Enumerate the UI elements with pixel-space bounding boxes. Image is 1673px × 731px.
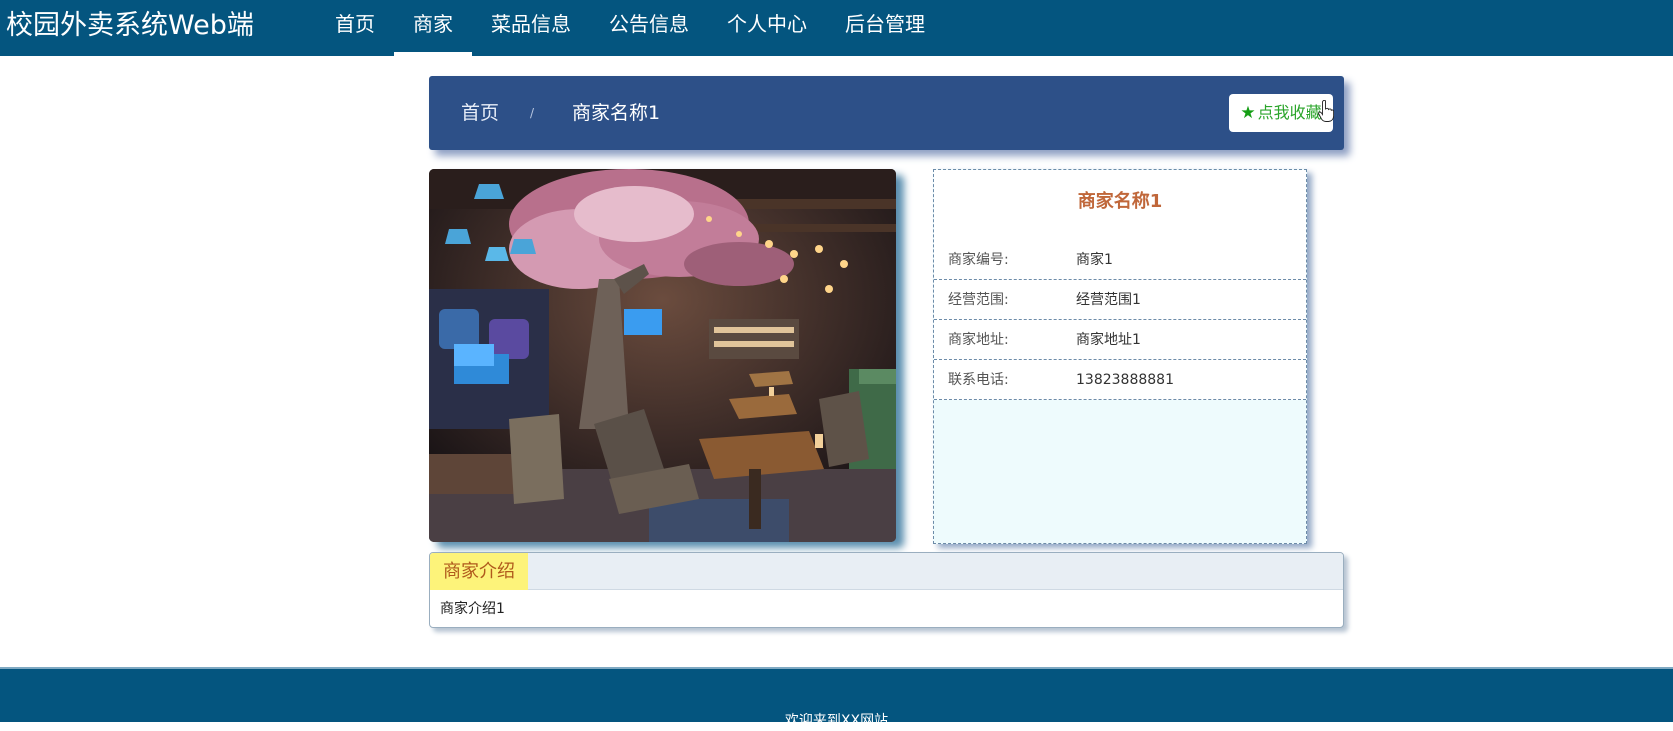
- nav-home[interactable]: 首页: [316, 0, 394, 56]
- info-value: 商家1: [1076, 252, 1113, 268]
- breadcrumb-home-link[interactable]: 首页: [461, 76, 499, 150]
- nav-admin[interactable]: 后台管理: [826, 0, 944, 56]
- top-navbar: 校园外卖系统Web端 首页 商家 菜品信息 公告信息 个人中心 后台管理: [0, 0, 1673, 56]
- shop-intro-box: 商家介绍 商家介绍1: [429, 552, 1344, 628]
- info-value: 13823888881: [1076, 372, 1174, 388]
- nav-announcements[interactable]: 公告信息: [590, 0, 708, 56]
- info-label: 联系电话:: [948, 372, 1009, 388]
- shop-image: [429, 169, 896, 542]
- star-icon: ★: [1240, 103, 1256, 123]
- info-row-shop-id: 商家编号: 商家1: [934, 240, 1306, 280]
- info-label: 商家编号:: [948, 252, 1009, 268]
- intro-tab-bar: 商家介绍: [430, 553, 1343, 590]
- nav-personal-center[interactable]: 个人中心: [708, 0, 826, 56]
- shop-name: 商家名称1: [1077, 191, 1163, 212]
- info-label: 商家地址:: [948, 332, 1009, 348]
- footer-text: 欢迎来到XX网站: [784, 713, 889, 729]
- breadcrumb-current: 商家名称1: [572, 102, 661, 124]
- footer: 欢迎来到XX网站: [0, 667, 1673, 729]
- breadcrumb: 首页 / 商家名称1 ★ 点我收藏: [429, 76, 1344, 150]
- nav-dishes[interactable]: 菜品信息: [472, 0, 590, 56]
- shop-info-header: 商家名称1: [934, 170, 1306, 240]
- shop-intro-content: 商家介绍1: [440, 601, 505, 617]
- info-label: 经营范围:: [948, 292, 1009, 308]
- info-value: 经营范围1: [1076, 292, 1141, 308]
- nav-merchants[interactable]: 商家: [394, 0, 472, 56]
- tab-shop-intro[interactable]: 商家介绍: [430, 553, 528, 590]
- info-value: 商家地址1: [1076, 332, 1141, 348]
- info-row-business-scope: 经营范围: 经营范围1: [934, 280, 1306, 320]
- info-row-phone: 联系电话: 13823888881: [934, 360, 1306, 400]
- main-nav: 首页 商家 菜品信息 公告信息 个人中心 后台管理: [316, 0, 944, 56]
- hand-pointer-icon: [1318, 100, 1334, 122]
- info-row-address: 商家地址: 商家地址1: [934, 320, 1306, 360]
- site-brand[interactable]: 校园外卖系统Web端: [6, 8, 254, 44]
- favorite-button-label: 点我收藏: [1257, 103, 1322, 122]
- shop-info-panel: 商家名称1 商家编号: 商家1 经营范围: 经营范围1 商家地址: 商家地址1 …: [933, 169, 1307, 544]
- breadcrumb-separator: /: [530, 106, 535, 120]
